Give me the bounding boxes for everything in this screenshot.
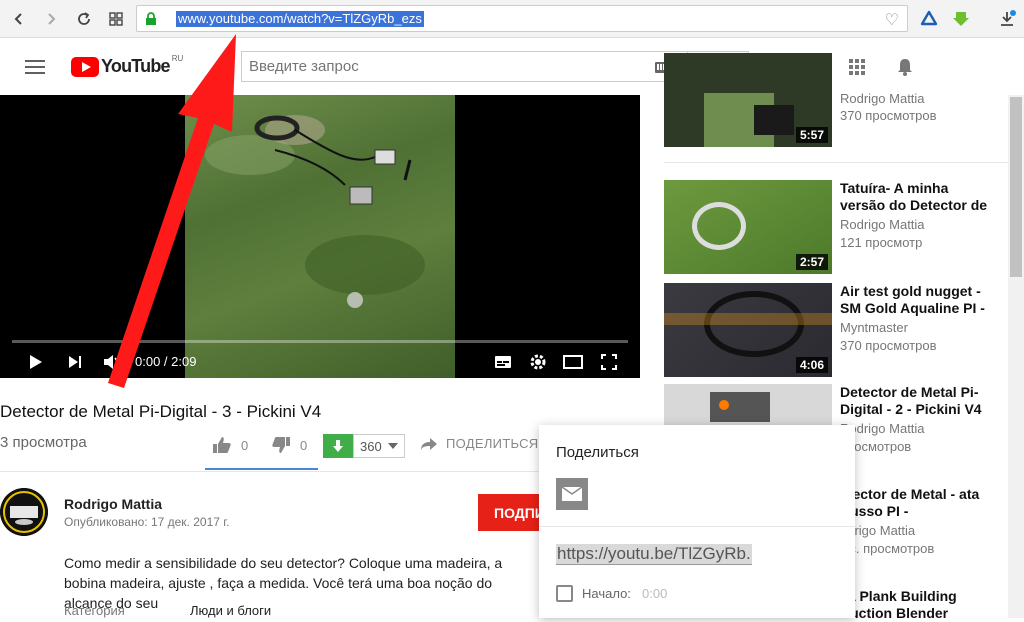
channel-name[interactable]: Rodrigo Mattia [64,496,162,512]
extension-icon[interactable] [918,8,940,30]
download-arrow-icon [323,434,353,458]
share-label: ПОДЕЛИТЬСЯ [446,436,539,451]
related-video[interactable]: 5:57 Rodrigo Mattia 370 просмотров [664,53,1004,147]
start-time-value[interactable]: 0:00 [642,586,667,601]
video-thumbnail[interactable]: 2:57 [664,180,832,274]
category-value[interactable]: Люди и блоги [190,603,271,618]
address-bar[interactable]: www.youtube.com/watch?v=TlZGyRb_ezs ♡ [136,5,908,32]
logo-region: RU [171,54,184,63]
settings-gear-icon[interactable] [527,351,549,373]
downloads-icon[interactable] [996,8,1018,30]
related-title[interactable]: Detector de Metal Pi-Digital - 2 - Picki… [840,384,990,418]
like-ratio-bar [205,468,318,470]
related-title[interactable]: etector de Metal - ata Russo PI - [840,486,990,520]
share-popup: Поделиться https://youtu.be/TlZGyRb. Нач… [539,425,855,618]
related-views: 370 просмотров [840,108,937,123]
forward-icon[interactable] [38,6,64,32]
video-thumbnail[interactable]: 4:06 [664,283,832,377]
video-frame [185,95,455,378]
detector-coil-icon [254,115,412,308]
related-title[interactable]: Air test gold nugget - SM Gold Aqualine … [840,283,990,317]
video-thumbnail[interactable]: 5:57 [664,53,832,147]
search-box[interactable] [241,51,687,82]
scrollbar-thumb[interactable] [1010,97,1022,277]
related-video[interactable]: 4:06 Air test gold nugget - SM Gold Aqua… [664,283,1004,377]
view-count: 3 просмотра [0,434,87,451]
dislike-count: 0 [300,437,308,453]
tabs-grid-icon[interactable] [103,6,129,32]
sidebar-divider [664,162,1008,163]
duration-badge: 4:06 [795,357,828,373]
related-channel: Rodrigo Mattia [840,217,925,232]
like-button[interactable]: 0 [212,436,248,454]
start-time-checkbox[interactable] [556,585,573,602]
video-description: Como medir a sensibilidade do seu detect… [64,555,503,611]
fullscreen-icon[interactable] [598,351,620,373]
share-url-field[interactable]: https://youtu.be/TlZGyRb. [556,544,752,565]
volume-icon[interactable] [100,351,122,373]
related-channel: Myntmaster [840,320,908,335]
video-title: Detector de Metal Pi-Digital - 3 - Picki… [0,402,322,421]
related-views: 370 просмотров [840,338,937,353]
logo-text: YouTube [101,56,171,76]
mail-icon [562,487,582,501]
thumbs-down-icon [272,437,290,453]
play-icon[interactable] [24,351,46,373]
favorite-heart-icon[interactable]: ♡ [885,10,899,30]
duration-badge: 2:57 [795,254,828,270]
duration-badge: 5:57 [795,127,828,143]
share-button[interactable]: ПОДЕЛИТЬСЯ [420,436,538,451]
browser-toolbar: www.youtube.com/watch?v=TlZGyRb_ezs ♡ [0,0,1024,38]
share-popup-title: Поделиться [556,444,639,461]
publish-date: Опубликовано: 17 дек. 2017 г. [64,515,230,529]
related-title[interactable]: va Plank Building truction Blender [840,588,990,622]
download-count: 360 [360,438,382,454]
video-player[interactable]: 0:00 / 2:09 [0,95,640,378]
search-input[interactable] [249,58,629,75]
related-video[interactable]: 2:57 Tatuíra- A minha versão do Detector… [664,180,1004,274]
channel-avatar[interactable] [0,488,48,536]
category-label: Категория [64,603,125,618]
related-views: 121 просмотр [840,235,923,250]
youtube-play-logo-icon [71,56,99,77]
reload-icon[interactable] [71,6,97,32]
download-button[interactable]: 360 [323,434,405,458]
theater-mode-icon[interactable] [562,351,584,373]
like-count: 0 [241,437,249,453]
start-time-label: Начало: [582,586,631,601]
chevron-down-icon [387,443,398,449]
lock-icon [146,12,156,25]
dislike-button[interactable]: 0 [271,436,307,454]
url-text[interactable]: www.youtube.com/watch?v=TlZGyRb_ezs [176,11,424,27]
next-icon[interactable] [64,351,86,373]
time-display: 0:00 / 2:09 [135,354,197,369]
subtitles-icon[interactable] [492,351,514,373]
progress-bar[interactable] [12,340,628,343]
download-helper-icon[interactable] [950,8,972,30]
email-share-button[interactable] [556,478,588,510]
menu-icon[interactable] [25,60,45,74]
back-icon[interactable] [6,6,32,32]
related-channel: Rodrigo Mattia [840,91,925,106]
share-divider [539,526,855,527]
youtube-logo[interactable]: YouTube RU [71,54,184,77]
thumbs-up-icon [213,437,231,453]
share-arrow-icon [421,437,437,450]
related-title[interactable]: Tatuíra- A minha versão do Detector de [840,180,990,214]
